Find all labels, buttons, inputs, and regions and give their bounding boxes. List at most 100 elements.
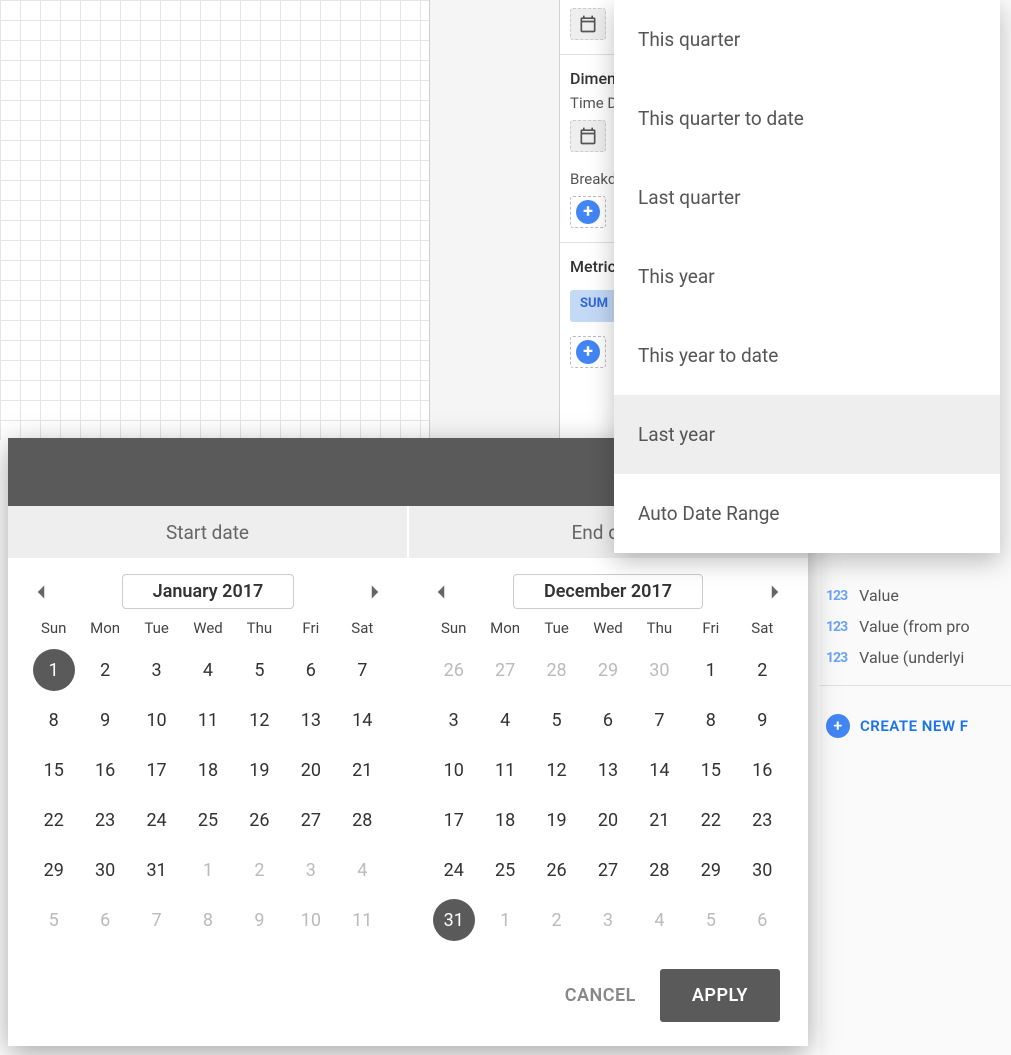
calendar-day[interactable]: 9	[234, 895, 285, 945]
calendar-day[interactable]: 28	[634, 845, 685, 895]
calendar-day[interactable]: 6	[737, 895, 788, 945]
calendar-day[interactable]: 19	[234, 745, 285, 795]
calendar-day[interactable]: 2	[79, 645, 130, 695]
calendar-day[interactable]: 4	[479, 695, 530, 745]
calendar-day[interactable]: 4	[634, 895, 685, 945]
calendar-day[interactable]: 7	[634, 695, 685, 745]
calendar-day[interactable]: 28	[337, 795, 388, 845]
calendar-day[interactable]: 9	[79, 695, 130, 745]
add-breakdown-button[interactable]: +	[570, 196, 606, 228]
calendar-day[interactable]: 24	[131, 795, 182, 845]
calendar-day[interactable]: 19	[531, 795, 582, 845]
cancel-button[interactable]: CANCEL	[565, 985, 636, 1006]
field-item[interactable]: 123Value	[820, 580, 1011, 611]
calendar-day[interactable]: 6	[582, 695, 633, 745]
calendar-day[interactable]: 26	[234, 795, 285, 845]
calendar-day[interactable]: 7	[131, 895, 182, 945]
calendar-day[interactable]: 11	[479, 745, 530, 795]
calendar-day[interactable]: 28	[531, 645, 582, 695]
date-preset-option[interactable]: Last quarter	[614, 158, 1000, 237]
calendar-day[interactable]: 11	[337, 895, 388, 945]
calendar-day[interactable]: 3	[582, 895, 633, 945]
metric-aggregation-chip[interactable]: SUM	[570, 290, 618, 322]
calendar-day[interactable]: 1	[479, 895, 530, 945]
calendar-day[interactable]: 3	[131, 645, 182, 695]
start-date-tab[interactable]: Start date	[8, 506, 409, 558]
calendar-day[interactable]: 9	[737, 695, 788, 745]
calendar-day[interactable]: 29	[685, 845, 736, 895]
calendar-day[interactable]: 30	[634, 645, 685, 695]
calendar-day[interactable]: 5	[685, 895, 736, 945]
calendar-day[interactable]: 17	[428, 795, 479, 845]
calendar-day[interactable]: 21	[337, 745, 388, 795]
calendar-day[interactable]: 13	[285, 695, 336, 745]
calendar-day[interactable]: 11	[182, 695, 233, 745]
calendar-day[interactable]: 8	[685, 695, 736, 745]
calendar-day[interactable]: 2	[737, 645, 788, 695]
apply-button[interactable]: APPLY	[660, 969, 780, 1022]
calendar-day[interactable]: 1	[182, 845, 233, 895]
calendar-day[interactable]: 8	[28, 695, 79, 745]
calendar-day[interactable]: 20	[582, 795, 633, 845]
date-preset-option[interactable]: This quarter	[614, 0, 1000, 79]
calendar-day[interactable]: 18	[479, 795, 530, 845]
month-select-button[interactable]: December 2017	[513, 574, 703, 609]
calendar-day[interactable]: 27	[582, 845, 633, 895]
calendar-day[interactable]: 15	[28, 745, 79, 795]
calendar-day[interactable]: 8	[182, 895, 233, 945]
calendar-day[interactable]: 12	[531, 745, 582, 795]
calendar-day[interactable]: 23	[79, 795, 130, 845]
calendar-day[interactable]: 25	[479, 845, 530, 895]
calendar-day[interactable]: 13	[582, 745, 633, 795]
calendar-day[interactable]: 24	[428, 845, 479, 895]
calendar-day[interactable]: 4	[182, 645, 233, 695]
calendar-day[interactable]: 26	[531, 845, 582, 895]
calendar-day[interactable]: 27	[479, 645, 530, 695]
date-preset-option[interactable]: This year	[614, 237, 1000, 316]
calendar-day[interactable]: 10	[285, 895, 336, 945]
calendar-day[interactable]: 16	[737, 745, 788, 795]
calendar-day[interactable]: 12	[234, 695, 285, 745]
calendar-day[interactable]: 10	[428, 745, 479, 795]
create-new-field-button[interactable]: + CREATE NEW F	[820, 698, 1011, 754]
field-item[interactable]: 123Value (underlyi	[820, 642, 1011, 673]
calendar-day[interactable]: 10	[131, 695, 182, 745]
calendar-day-selected[interactable]: 1	[33, 649, 75, 691]
calendar-day[interactable]: 14	[634, 745, 685, 795]
add-metric-button[interactable]: +	[570, 336, 606, 368]
prev-month-button[interactable]	[428, 579, 454, 605]
calendar-day[interactable]: 29	[28, 845, 79, 895]
prev-month-button[interactable]	[28, 579, 54, 605]
calendar-day[interactable]: 3	[285, 845, 336, 895]
calendar-day[interactable]: 23	[737, 795, 788, 845]
date-preset-option[interactable]: Last year	[614, 395, 1000, 474]
date-preset-option[interactable]: This quarter to date	[614, 79, 1000, 158]
next-month-button[interactable]	[762, 579, 788, 605]
calendar-day[interactable]: 15	[685, 745, 736, 795]
calendar-day[interactable]: 26	[428, 645, 479, 695]
calendar-day-selected[interactable]: 31	[433, 899, 475, 941]
calendar-day[interactable]: 5	[234, 645, 285, 695]
calendar-day[interactable]: 22	[685, 795, 736, 845]
calendar-day[interactable]: 30	[79, 845, 130, 895]
next-month-button[interactable]	[362, 579, 388, 605]
calendar-day[interactable]: 3	[428, 695, 479, 745]
calendar-day[interactable]: 6	[79, 895, 130, 945]
calendar-day[interactable]: 5	[531, 695, 582, 745]
calendar-day[interactable]: 6	[285, 645, 336, 695]
calendar-day[interactable]: 20	[285, 745, 336, 795]
calendar-day[interactable]: 30	[737, 845, 788, 895]
month-select-button[interactable]: January 2017	[122, 574, 295, 609]
calendar-day[interactable]: 29	[582, 645, 633, 695]
date-preset-option[interactable]: Auto Date Range	[614, 474, 1000, 553]
date-preset-option[interactable]: This year to date	[614, 316, 1000, 395]
calendar-day[interactable]: 2	[234, 845, 285, 895]
calendar-day[interactable]: 5	[28, 895, 79, 945]
calendar-day[interactable]: 1	[685, 645, 736, 695]
calendar-day[interactable]: 17	[131, 745, 182, 795]
time-dimension-chip[interactable]	[570, 120, 606, 152]
calendar-day[interactable]: 2	[531, 895, 582, 945]
calendar-day[interactable]: 31	[131, 845, 182, 895]
field-item[interactable]: 123Value (from pro	[820, 611, 1011, 642]
calendar-day[interactable]: 25	[182, 795, 233, 845]
